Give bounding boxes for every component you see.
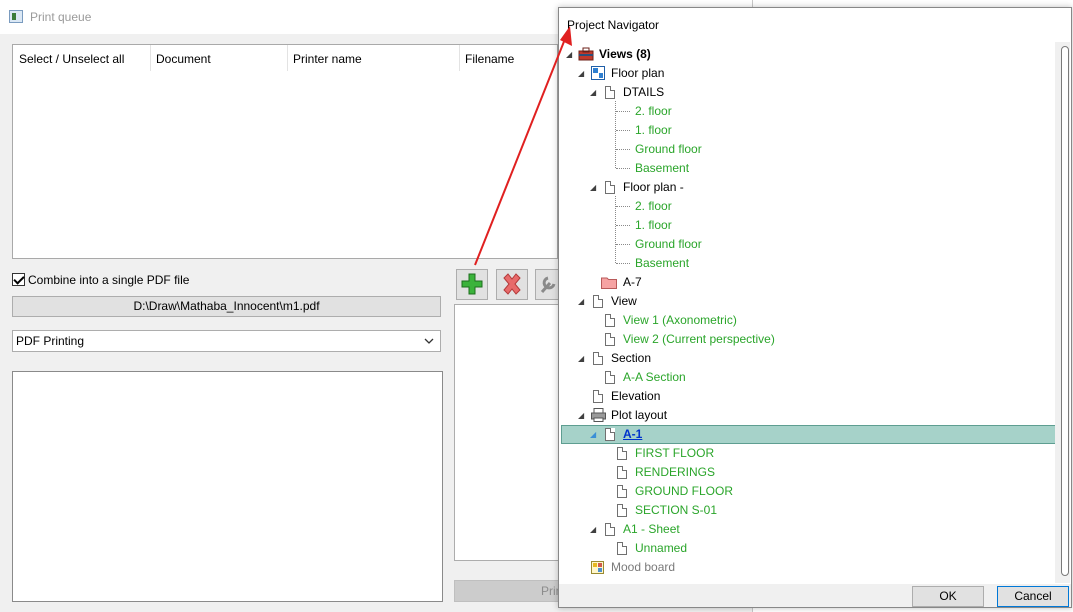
arrow-line xyxy=(474,33,568,266)
arrow-head-icon xyxy=(560,26,572,46)
annotation-arrow xyxy=(474,26,572,266)
